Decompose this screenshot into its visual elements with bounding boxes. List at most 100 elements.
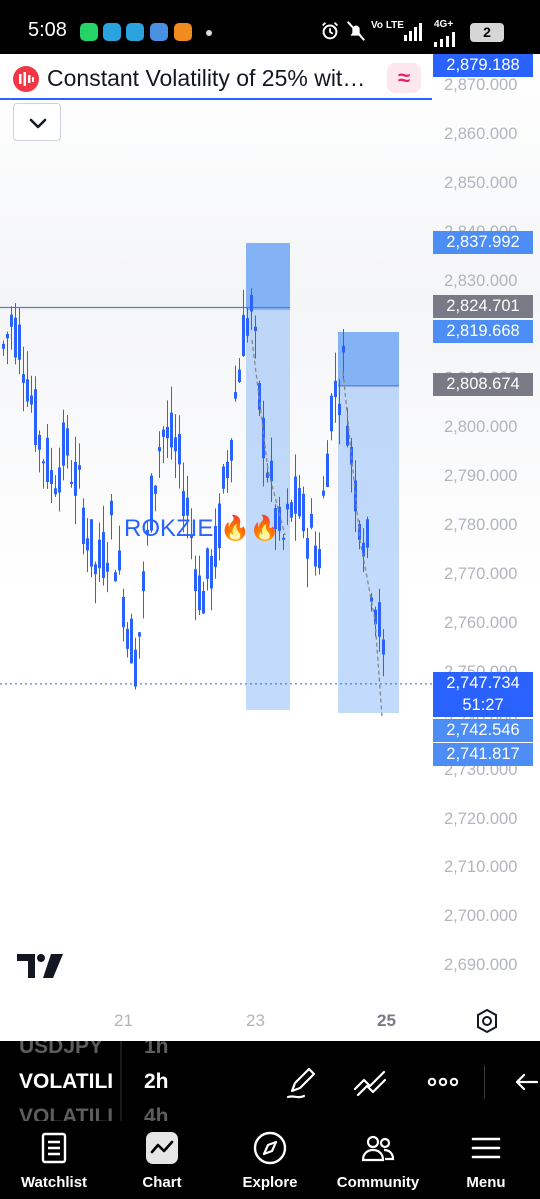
indicator-menu-button[interactable]: ≈ [387, 63, 421, 93]
candle-body [70, 481, 73, 484]
panel-divider [120, 1041, 122, 1121]
candle-body [306, 538, 309, 559]
date-label-25: 25 [377, 1011, 396, 1030]
status-time: 5:08 [28, 19, 67, 41]
candle-body [234, 392, 237, 399]
price-tag-hline-2: 2,808.674 [433, 373, 533, 396]
toolbar-divider [484, 1065, 485, 1099]
candle-body [138, 632, 141, 637]
nav-label-menu: Menu [466, 1174, 506, 1191]
price-axis-label: 2,700.000 [444, 907, 518, 926]
candle-body [330, 395, 333, 432]
candle-body [86, 538, 89, 551]
candle-body [26, 379, 29, 402]
candle-body [314, 545, 317, 567]
symbol-row-2-name[interactable]: VOLATILI [19, 1070, 119, 1094]
nav-community[interactable]: Community [324, 1121, 432, 1199]
price-axis-label: 2,850.000 [444, 173, 518, 192]
symbol-row-3-timeframe[interactable]: 4h [144, 1105, 169, 1121]
candle-body [62, 422, 65, 466]
collapse-button[interactable] [13, 103, 61, 141]
candle-body [42, 461, 45, 464]
indicator-title[interactable]: Constant Volatility of 25% wit… [47, 65, 382, 92]
candle-body [122, 596, 125, 628]
candle-body [166, 426, 169, 439]
nav-watchlist[interactable]: Watchlist [0, 1121, 108, 1199]
range-box-lower [246, 310, 290, 710]
undo-icon[interactable] [506, 1061, 540, 1103]
price-axis-label: 2,770.000 [444, 565, 518, 583]
candle-body [338, 403, 341, 416]
candle-body [210, 556, 213, 589]
price-axis-label: 2,710.000 [444, 858, 518, 877]
indicator-icon [13, 66, 39, 92]
candle-body [366, 519, 369, 548]
chart-settings-icon[interactable] [474, 1008, 500, 1034]
candle-body [158, 447, 161, 452]
news-icon [174, 23, 192, 41]
app-icon [150, 23, 168, 41]
candle-body [130, 618, 133, 664]
candle-body [50, 470, 53, 484]
candle-body [178, 433, 181, 465]
candle-body [170, 412, 173, 448]
candle-body [198, 575, 201, 611]
more-icon[interactable] [422, 1061, 464, 1103]
candle-body [154, 485, 157, 494]
price-tag-hline-1: 2,824.701 [433, 295, 533, 318]
candle-body [54, 488, 57, 495]
candle-body [90, 519, 93, 567]
mute-icon [347, 21, 365, 41]
candle-body [74, 461, 77, 496]
date-label-21: 21 [114, 1011, 133, 1030]
price-axis-label: 2,830.000 [444, 271, 518, 290]
signal-icon-2 [434, 32, 455, 47]
candle-body [290, 502, 293, 518]
candle-body [382, 639, 385, 655]
candle-body [30, 395, 33, 405]
candle-body [294, 476, 297, 514]
alarm-icon [322, 22, 338, 40]
range-box-upper-2 [338, 332, 399, 386]
signal-icon-1 [404, 23, 422, 41]
nav-explore[interactable]: Explore [216, 1121, 324, 1199]
candle-body [162, 429, 165, 437]
symbol-row-2-timeframe[interactable]: 2h [144, 1070, 169, 1094]
symbol-row-3-name[interactable]: VOLATILI [19, 1105, 113, 1121]
candle-body [18, 324, 21, 360]
indicator-title-bar[interactable]: Constant Volatility of 25% wit… ≈ [0, 54, 432, 100]
nav-menu[interactable]: Menu [432, 1121, 540, 1199]
candle-body [134, 649, 137, 687]
candle-body [326, 453, 329, 487]
candle-body [334, 380, 337, 398]
candle-body [34, 389, 37, 445]
candle-body [270, 460, 273, 482]
candle-body [286, 503, 289, 510]
chart-canvas[interactable]: ROKZIE 🔥🔥 [0, 54, 540, 1041]
trend-icon[interactable] [350, 1061, 392, 1103]
tradingview-logo [17, 954, 63, 978]
nav-chart[interactable]: Chart [108, 1121, 216, 1199]
draw-icon[interactable] [282, 1061, 324, 1103]
candle-body [322, 490, 325, 496]
candle-body [94, 564, 97, 575]
candle-body [254, 326, 257, 331]
nav-label-explore: Explore [242, 1174, 298, 1191]
candle-body [102, 532, 105, 578]
candle-body [318, 549, 321, 569]
candle-body [106, 562, 109, 572]
symbol-row-1-name[interactable]: USDJPY [19, 1041, 103, 1059]
candle-body [238, 369, 241, 383]
chart-area[interactable]: ROKZIE 🔥🔥 [0, 54, 540, 1041]
symbol-row-1-timeframe[interactable]: 1h [144, 1041, 169, 1059]
price-axis-label: 2,790.000 [444, 467, 518, 486]
candle-body [14, 317, 17, 358]
candle-body [110, 500, 113, 516]
candle-body [206, 548, 209, 579]
candle-body [142, 571, 145, 592]
candle-body [186, 497, 189, 516]
candle-body [6, 333, 9, 339]
candle-body [310, 513, 313, 528]
community-icon [361, 1135, 395, 1162]
candle-body [298, 488, 301, 517]
